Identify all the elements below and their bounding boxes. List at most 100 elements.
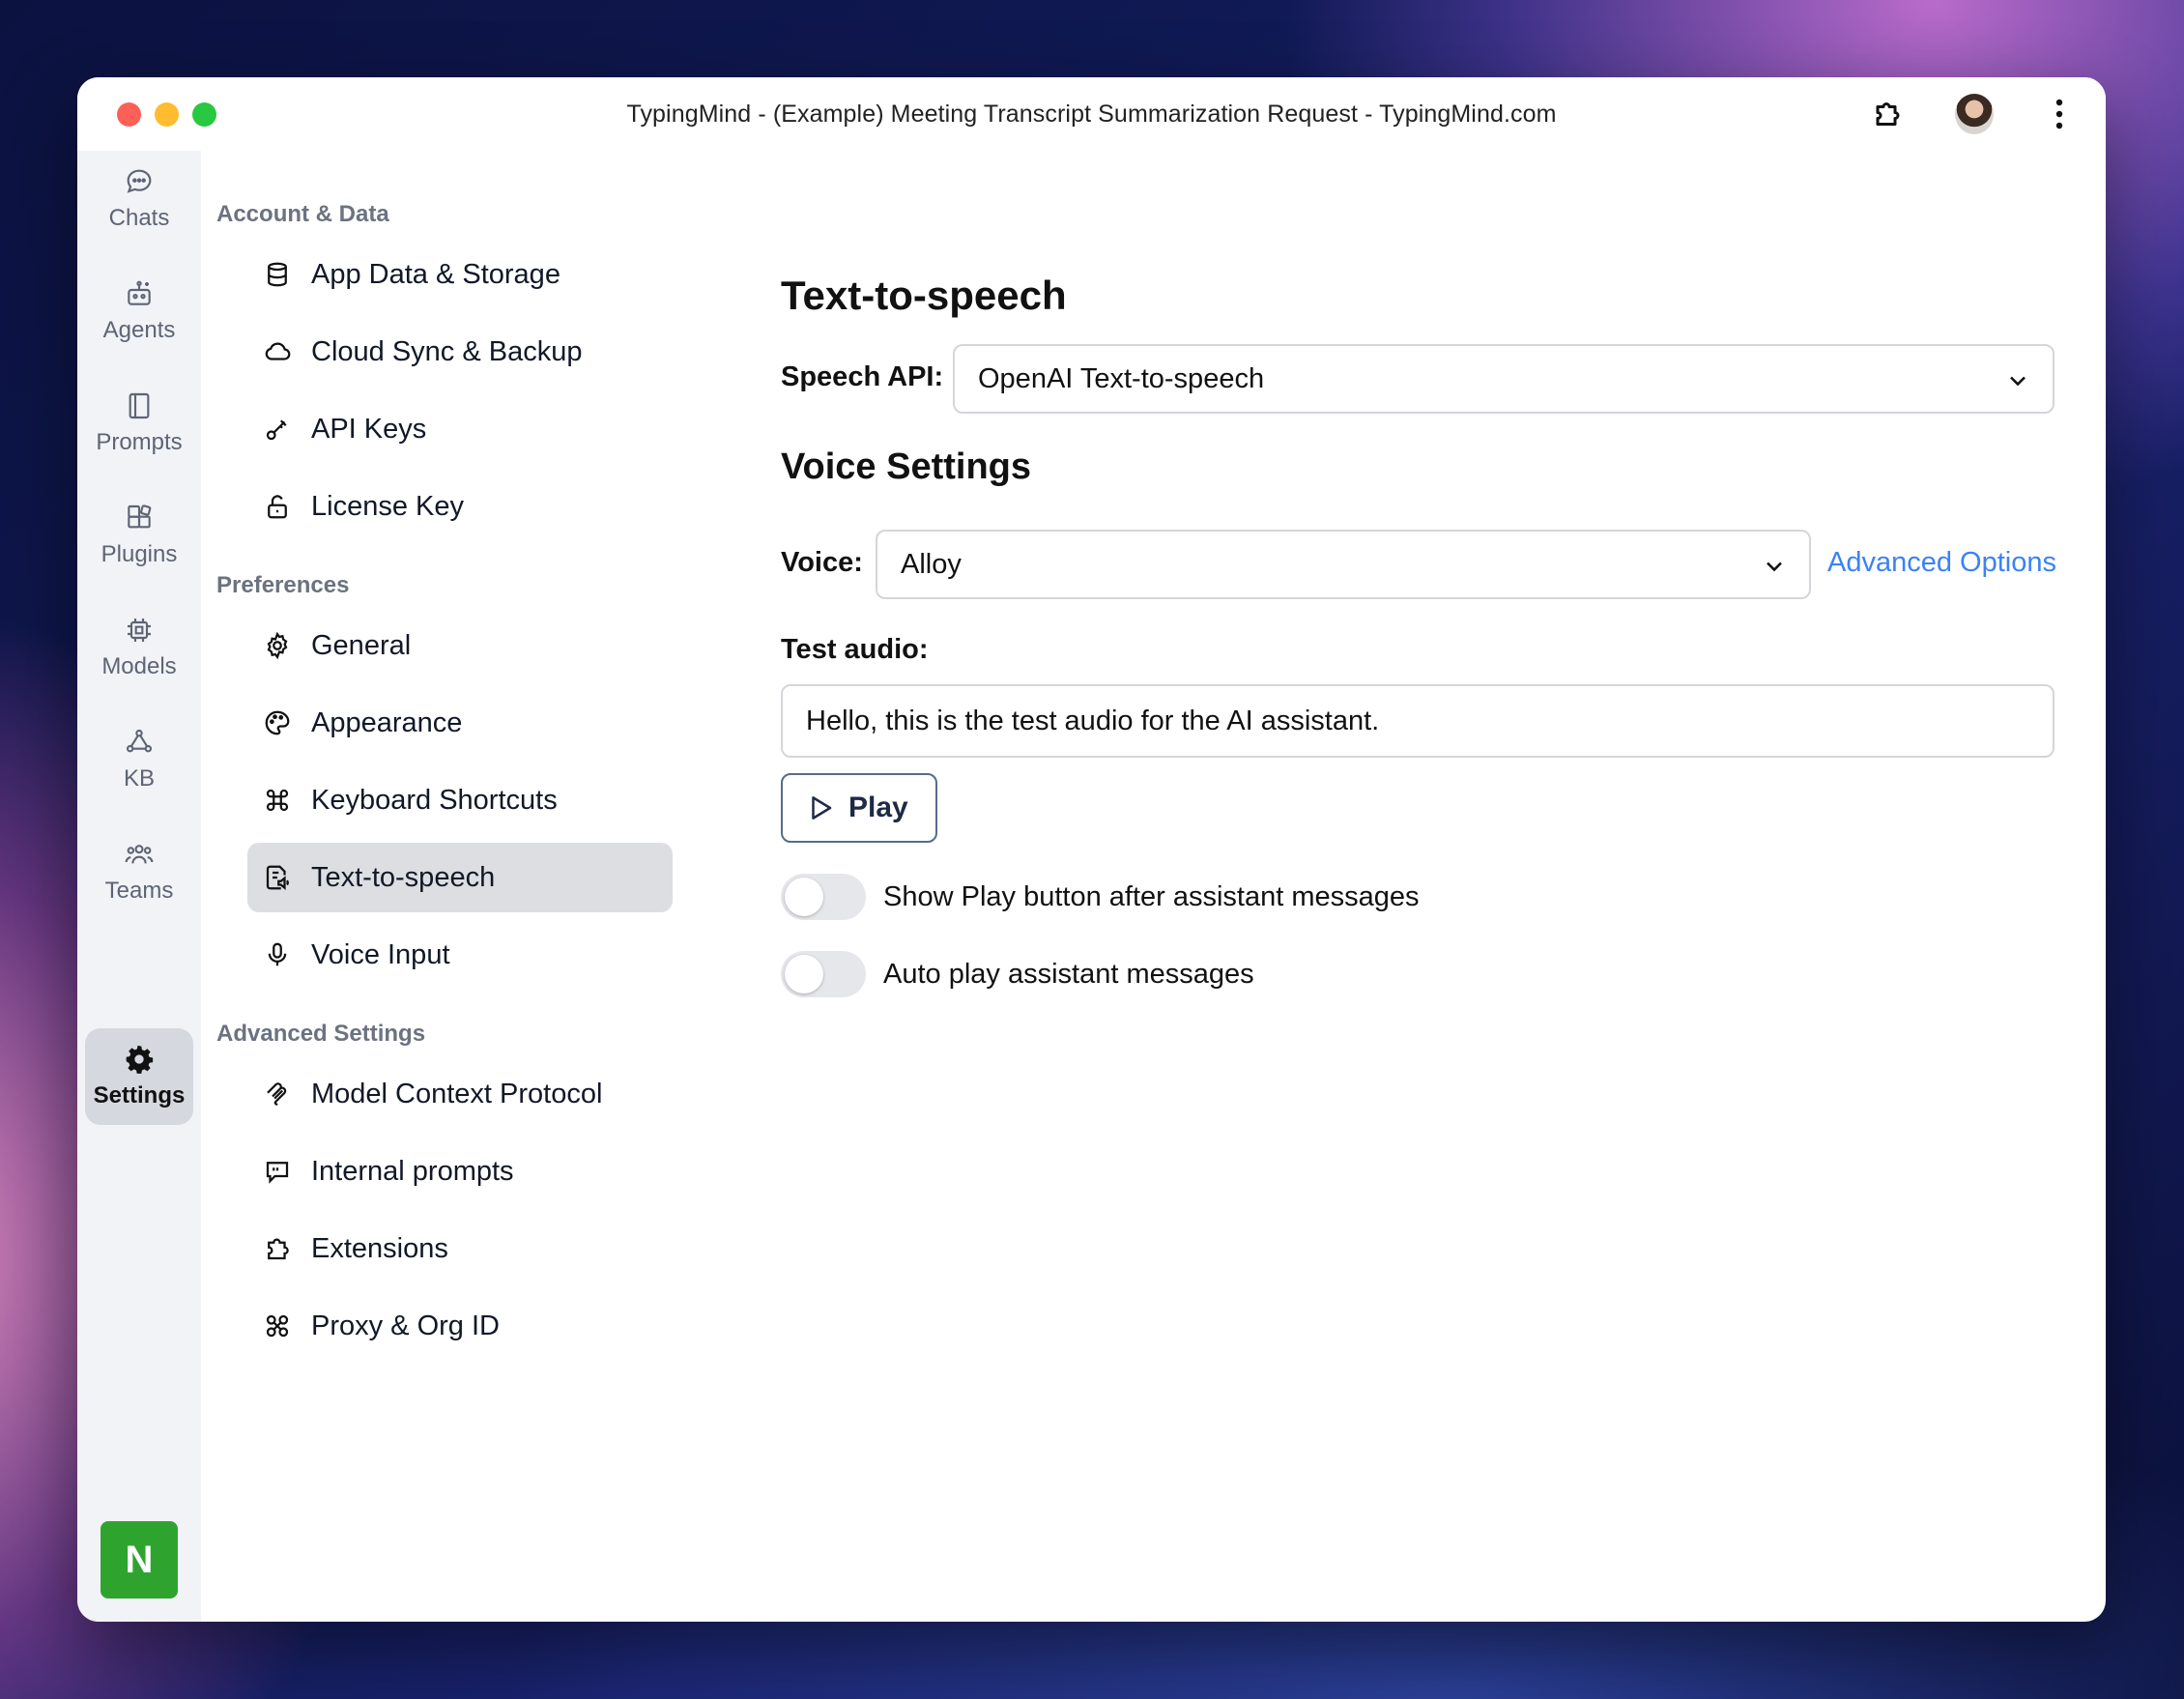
section-preferences: Preferences [216, 572, 350, 598]
chevron-down-icon [2010, 376, 2026, 387]
rail-item-prompts[interactable]: Prompts [85, 375, 193, 472]
title-bar: TypingMind - (Example) Meeting Transcrip… [77, 77, 2106, 151]
voice-settings-title: Voice Settings [781, 446, 1032, 487]
menu-item-general[interactable]: General [247, 611, 673, 680]
auto-play-toggle[interactable] [781, 951, 866, 997]
menu-item-label: API Keys [311, 413, 427, 445]
knowledge-base-icon [126, 729, 153, 753]
key-link-icon [266, 419, 287, 441]
profile-avatar[interactable] [1955, 94, 1994, 134]
speech-api-select[interactable]: OpenAI Text-to-speech [953, 344, 2055, 414]
app-window: TypingMind - (Example) Meeting Transcrip… [77, 77, 2106, 1622]
rail-label: Prompts [96, 429, 183, 455]
play-label: Play [848, 792, 908, 823]
menu-item-label: App Data & Storage [311, 258, 560, 290]
menu-item-label: Voice Input [311, 938, 450, 970]
play-button[interactable]: Play [781, 773, 937, 843]
unlock-icon [268, 495, 287, 519]
mcp-icon [267, 1082, 287, 1107]
toggle-row-auto-play: Auto play assistant messages [781, 951, 1254, 997]
menu-item-license-key[interactable]: License Key [247, 472, 673, 541]
speech-document-icon [266, 865, 289, 891]
voice-label: Voice: [781, 547, 863, 578]
test-audio-label: Test audio: [781, 634, 929, 665]
rail-item-kb[interactable]: KB [85, 711, 193, 808]
rail-label: KB [123, 765, 155, 792]
speech-api-label: Speech API: [781, 361, 944, 392]
show-play-toggle[interactable] [781, 874, 866, 920]
window-title: TypingMind - (Example) Meeting Transcrip… [626, 101, 1557, 128]
menu-item-label: Appearance [311, 706, 463, 738]
menu-item-label: Extensions [311, 1232, 448, 1264]
book-icon [129, 392, 150, 419]
left-rail: Chats Agents Prompts Plugins Models KB T… [77, 151, 201, 1622]
page-title: Text-to-speech [781, 273, 1067, 318]
menu-item-voice-input[interactable]: Voice Input [247, 920, 673, 990]
menu-item-label: Text-to-speech [311, 861, 496, 893]
more-vertical-icon[interactable] [2040, 95, 2079, 133]
rail-label: Settings [93, 1082, 186, 1109]
chat-bubble-icon [127, 169, 152, 193]
menu-item-label: License Key [311, 490, 464, 522]
menu-item-label: Model Context Protocol [311, 1078, 603, 1109]
rail-label: Agents [102, 317, 176, 343]
rail-item-plugins[interactable]: Plugins [85, 487, 193, 584]
rail-label: Chats [108, 205, 170, 231]
advanced-options-link[interactable]: Advanced Options [1827, 547, 2056, 579]
title-bar-actions [1870, 94, 2079, 134]
menu-item-proxy-org-id[interactable]: Proxy & Org ID [247, 1291, 673, 1361]
quote-message-icon [266, 1162, 289, 1184]
gear-icon [126, 1045, 154, 1074]
profile-photo-icon [1955, 94, 1994, 134]
rail-item-agents[interactable]: Agents [85, 263, 193, 360]
rail-label: Models [101, 653, 177, 679]
play-icon [812, 796, 832, 820]
voice-select[interactable]: Alloy [876, 530, 1811, 599]
command-key-icon [266, 789, 289, 812]
plugins-icon [128, 504, 152, 529]
cloud-icon [265, 342, 291, 360]
test-audio-value: Hello, this is the test audio for the AI… [806, 705, 1380, 736]
extensions-puzzle-icon[interactable] [1870, 95, 1909, 133]
toggle-row-show-play: Show Play button after assistant message… [781, 874, 1420, 920]
settings-content: Text-to-speech Speech API: OpenAI Text-t… [704, 151, 2106, 1622]
menu-item-keyboard-shortcuts[interactable]: Keyboard Shortcuts [247, 765, 673, 835]
menu-item-text-to-speech[interactable]: Text-to-speech [247, 843, 673, 912]
menu-item-extensions[interactable]: Extensions [247, 1214, 673, 1283]
section-account-data: Account & Data [216, 201, 389, 227]
menu-item-label: Cloud Sync & Backup [311, 335, 583, 367]
palette-icon [265, 710, 290, 735]
agents-icon [128, 280, 151, 305]
menu-item-app-data-storage[interactable]: App Data & Storage [247, 240, 673, 309]
menu-item-label: General [311, 629, 412, 661]
menu-item-internal-prompts[interactable]: Internal prompts [247, 1137, 673, 1206]
rail-item-teams[interactable]: Teams [85, 823, 193, 920]
rail-item-settings[interactable]: Settings [85, 1028, 193, 1125]
rail-label: Teams [104, 878, 174, 904]
chevron-down-icon [1767, 562, 1782, 572]
chip-icon [128, 619, 151, 642]
menu-item-label: Proxy & Org ID [311, 1310, 500, 1341]
menu-item-label: Internal prompts [311, 1155, 514, 1187]
rail-item-models[interactable]: Models [85, 599, 193, 696]
menu-item-cloud-sync-backup[interactable]: Cloud Sync & Backup [247, 317, 673, 387]
cog-icon [267, 631, 288, 660]
rail-item-chats[interactable]: Chats [85, 151, 193, 247]
menu-item-appearance[interactable]: Appearance [247, 688, 673, 758]
microphone-icon [268, 942, 287, 966]
auto-play-label: Auto play assistant messages [883, 958, 1254, 990]
rail-label: Plugins [101, 541, 178, 567]
puzzle-icon [268, 1238, 289, 1260]
test-audio-input[interactable]: Hello, this is the test audio for the AI… [781, 684, 2055, 758]
menu-item-api-keys[interactable]: API Keys [247, 394, 673, 464]
show-play-label: Show Play button after assistant message… [883, 880, 1420, 912]
section-advanced-settings: Advanced Settings [216, 1021, 426, 1047]
user-avatar[interactable]: N [101, 1521, 178, 1598]
proxy-icon [266, 1314, 289, 1338]
users-icon [125, 845, 154, 864]
voice-value: Alloy [901, 548, 962, 580]
database-icon [268, 262, 287, 287]
menu-item-model-context-protocol[interactable]: Model Context Protocol [247, 1059, 673, 1129]
speech-api-value: OpenAI Text-to-speech [978, 362, 1265, 394]
menu-item-label: Keyboard Shortcuts [311, 784, 558, 816]
